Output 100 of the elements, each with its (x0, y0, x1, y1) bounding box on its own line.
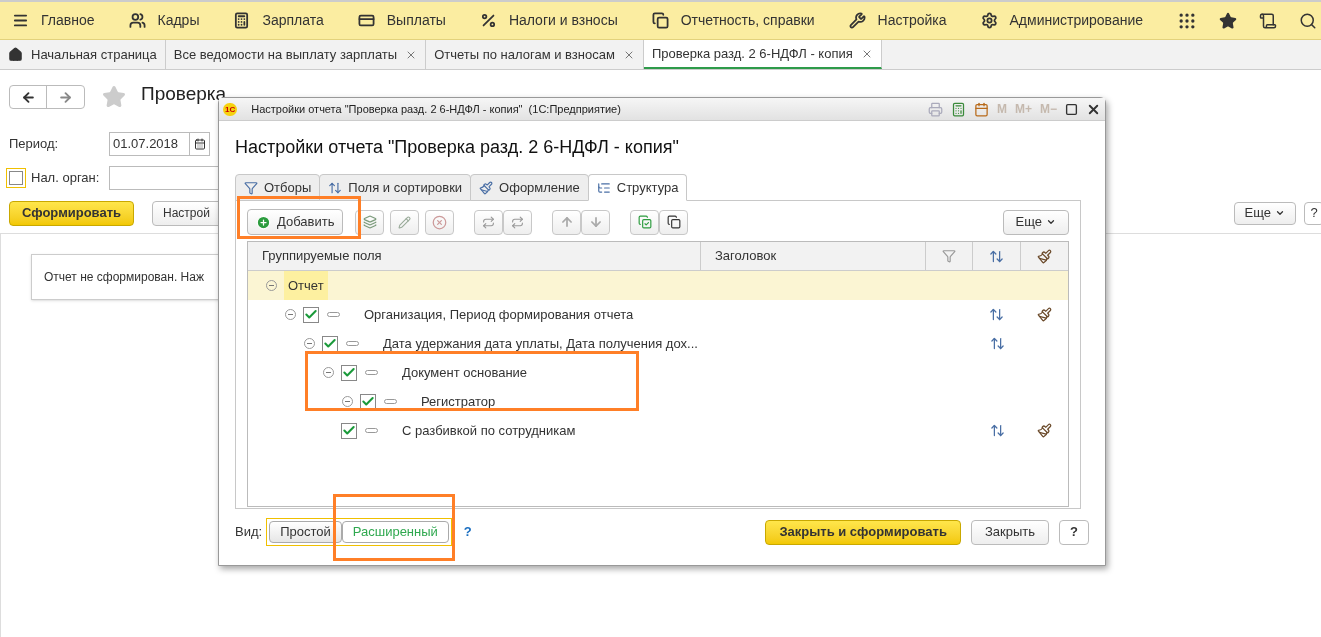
tab[interactable]: Отчеты по налогам и взносам (426, 40, 644, 69)
move-down-button[interactable] (581, 209, 611, 235)
dialog-title: Настройки отчета "Проверка разд. 2 6-НДФЛ - копия" (235, 136, 680, 159)
menu-item[interactable]: Главное (12, 10, 95, 31)
tab[interactable]: Оформление (470, 174, 589, 201)
uncheck-all-button[interactable] (659, 209, 689, 235)
collapse-toggle[interactable] (266, 280, 277, 291)
close-button[interactable]: Закрыть (970, 519, 1049, 545)
column-header: Группируемые поля (248, 242, 701, 270)
star-icon[interactable] (1219, 11, 1237, 30)
settings-icon (980, 12, 998, 29)
brush-icon (1036, 307, 1052, 322)
date-field[interactable]: 01.07.2018 (109, 131, 210, 156)
sort-icon (328, 180, 343, 195)
group-icon (384, 399, 397, 404)
caret-icon (1275, 208, 1285, 218)
maximize-icon[interactable] (1065, 102, 1078, 116)
window-title: Настройки отчета "Проверка разд. 2 6-НДФЛ - копия" (1С:Предприятие) (251, 101, 621, 117)
caret-icon (1046, 217, 1056, 227)
tree-item[interactable]: Документ основание (398, 362, 532, 383)
group-button[interactable] (355, 209, 385, 235)
tree-item[interactable]: Регистратор (417, 391, 500, 412)
wrench-icon (848, 12, 866, 29)
tree-item[interactable]: Организация, Период формирования отчета (360, 304, 638, 325)
calculator-icon[interactable] (950, 101, 966, 117)
group-icon (365, 428, 378, 433)
app-logo: 1С (223, 102, 238, 116)
brush-icon (479, 180, 494, 195)
brush-icon (1036, 423, 1052, 438)
menu-item[interactable]: Отчетность, справки (651, 10, 815, 31)
copies-icon (666, 215, 681, 229)
message-text: Отчет не сформирован. Наж (44, 268, 204, 286)
tab[interactable]: Поля и сортировки (319, 174, 472, 201)
checkbox[interactable] (303, 306, 319, 323)
checkbox[interactable] (341, 422, 357, 439)
menu-item[interactable]: Администрирование (980, 10, 1143, 31)
calculator-icon (233, 12, 251, 29)
menu-icon (12, 12, 29, 29)
help-link[interactable]: ? (463, 522, 472, 542)
percent-icon (479, 12, 497, 29)
filter-icon (942, 249, 956, 263)
filter-icon (244, 180, 258, 195)
menu-item[interactable]: Настройка (848, 10, 947, 31)
check-all-button[interactable] (630, 209, 660, 235)
help-button[interactable]: ? (1059, 519, 1089, 545)
print-icon[interactable] (927, 101, 943, 117)
menu-item[interactable]: Налоги и взносы (479, 10, 618, 31)
tab[interactable]: Проверка разд. 2 6-НДФЛ - копия (643, 40, 882, 69)
view-toggle[interactable]: Простой (269, 521, 342, 543)
people-icon (128, 12, 146, 29)
menu-item[interactable]: Кадры (128, 10, 200, 31)
checkbox[interactable] (6, 167, 26, 188)
history-icon[interactable] (1259, 11, 1277, 30)
menu-item[interactable]: Выплаты (357, 10, 446, 31)
card-icon (357, 12, 375, 29)
tab[interactable]: Структура (587, 174, 688, 201)
swap-icon (511, 215, 525, 229)
layers-icon (362, 215, 377, 229)
checkbox[interactable] (360, 393, 376, 410)
move-button[interactable] (503, 209, 533, 235)
sort-icon (989, 307, 1005, 322)
favorite-star-icon[interactable] (102, 85, 126, 110)
field-label: Нал. орган: (31, 168, 101, 187)
search-icon[interactable] (1299, 11, 1317, 30)
delete-icon (432, 214, 448, 230)
collapse-toggle[interactable] (285, 309, 296, 320)
tab[interactable]: Все ведомости на выплату зарплаты (165, 40, 427, 69)
collapse-toggle[interactable] (323, 367, 334, 378)
generate-button[interactable]: Сформировать (9, 200, 135, 226)
add-button[interactable]: Добавить (247, 209, 344, 235)
tree-icon (596, 180, 611, 195)
group-icon (346, 341, 359, 346)
move-up-button[interactable] (552, 209, 582, 235)
group-icon (327, 312, 340, 317)
checkbox[interactable] (341, 364, 357, 381)
tree-item[interactable]: Дата удержания дата уплаты, Дата получения дох... (379, 333, 702, 354)
help-button[interactable]: ? (1304, 201, 1321, 225)
menu-item[interactable]: Зарплата (233, 10, 324, 31)
edit-button[interactable] (390, 209, 420, 235)
sort-icon (989, 423, 1005, 438)
checked-copies-icon (637, 215, 652, 229)
tree-item[interactable]: С разбивкой по сотрудникам (398, 420, 580, 441)
tree-item[interactable]: Отчет (284, 270, 328, 301)
calendar-icon[interactable] (193, 137, 206, 150)
close-and-generate-button[interactable]: Закрыть и сформировать (765, 519, 961, 545)
field-label: Период: (9, 134, 60, 153)
plus-icon (256, 214, 271, 230)
collapse-toggle[interactable] (304, 338, 315, 349)
delete-button[interactable] (425, 209, 455, 235)
swap-icon (482, 215, 496, 229)
collapse-toggle[interactable] (342, 396, 353, 407)
pencil-icon (398, 215, 412, 229)
more-button[interactable]: Еще (1002, 209, 1069, 235)
sort-icon (989, 336, 1005, 351)
checkbox[interactable] (322, 335, 338, 352)
home-icon (8, 47, 23, 62)
move-button[interactable] (474, 209, 504, 235)
documents-icon (651, 12, 669, 29)
more-button[interactable]: Еще (1233, 201, 1296, 225)
tab[interactable]: Начальная страница (0, 40, 166, 69)
